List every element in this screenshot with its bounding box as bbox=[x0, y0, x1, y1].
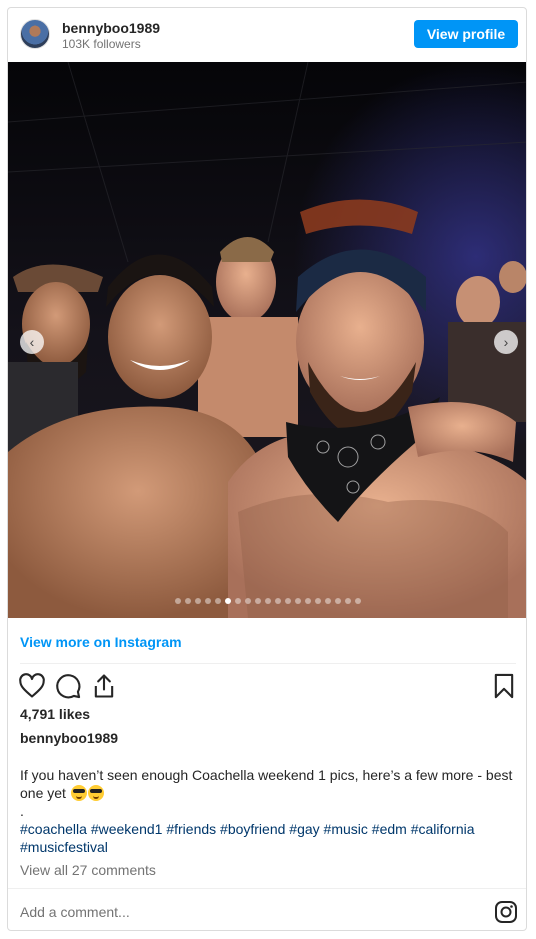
action-bar bbox=[18, 672, 518, 700]
caption-dot: . bbox=[20, 803, 24, 819]
instagram-embed-card: bennyboo1989 103K followers View profile bbox=[7, 7, 527, 931]
divider bbox=[20, 663, 516, 664]
carousel-dot bbox=[355, 598, 361, 604]
carousel-dot bbox=[335, 598, 341, 604]
view-all-comments-link[interactable]: View all 27 comments bbox=[20, 862, 156, 878]
follower-count: 103K followers bbox=[62, 37, 141, 51]
carousel-dot bbox=[185, 598, 191, 604]
like-count[interactable]: 4,791 likes bbox=[20, 706, 90, 722]
concert-selfie-image bbox=[8, 62, 526, 618]
carousel-dot bbox=[285, 598, 291, 604]
carousel-indicator bbox=[8, 598, 526, 604]
caption-username[interactable]: bennyboo1989 bbox=[20, 730, 118, 746]
chevron-left-icon[interactable]: ‹ bbox=[20, 330, 44, 354]
divider bbox=[8, 888, 526, 889]
sunglasses-emoji-icon bbox=[87, 785, 104, 801]
hashtags[interactable]: #coachella #weekend1 #friends #boyfriend… bbox=[20, 820, 516, 856]
post-photo[interactable]: ‹ › bbox=[8, 62, 526, 618]
carousel-dot bbox=[195, 598, 201, 604]
carousel-dot bbox=[225, 598, 231, 604]
instagram-icon[interactable] bbox=[494, 900, 518, 924]
post-caption: If you haven’t seen enough Coachella wee… bbox=[20, 766, 516, 820]
carousel-dot bbox=[255, 598, 261, 604]
carousel-dot bbox=[175, 598, 181, 604]
comment-icon[interactable] bbox=[54, 672, 82, 700]
add-comment-input[interactable]: Add a comment... bbox=[20, 904, 130, 920]
share-icon[interactable] bbox=[90, 672, 118, 700]
carousel-dot bbox=[325, 598, 331, 604]
sunglasses-emoji-icon bbox=[70, 785, 87, 801]
view-profile-button[interactable]: View profile bbox=[414, 20, 518, 48]
username[interactable]: bennyboo1989 bbox=[62, 20, 160, 36]
carousel-dot bbox=[315, 598, 321, 604]
carousel-dot bbox=[275, 598, 281, 604]
carousel-dot bbox=[305, 598, 311, 604]
bookmark-icon[interactable] bbox=[490, 672, 518, 700]
heart-icon[interactable] bbox=[18, 672, 46, 700]
post-header: bennyboo1989 103K followers View profile bbox=[8, 8, 526, 62]
chevron-right-icon[interactable]: › bbox=[494, 330, 518, 354]
view-more-link[interactable]: View more on Instagram bbox=[20, 634, 182, 650]
carousel-dot bbox=[215, 598, 221, 604]
carousel-dot bbox=[245, 598, 251, 604]
avatar[interactable] bbox=[20, 19, 50, 49]
carousel-dot bbox=[345, 598, 351, 604]
carousel-dot bbox=[235, 598, 241, 604]
carousel-dot bbox=[205, 598, 211, 604]
carousel-dot bbox=[265, 598, 271, 604]
carousel-dot bbox=[295, 598, 301, 604]
